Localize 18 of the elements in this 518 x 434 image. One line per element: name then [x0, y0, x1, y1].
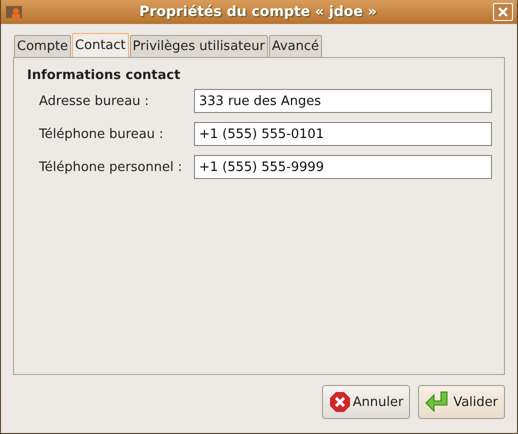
field-label: Téléphone bureau :	[39, 126, 164, 142]
tab[interactable]: Privilèges utilisateur	[130, 35, 268, 57]
cancel-button[interactable]: Annuler	[322, 385, 410, 419]
section-heading: Informations contact	[27, 68, 182, 83]
cancel-icon	[328, 391, 351, 413]
tab[interactable]: Contact	[72, 33, 129, 57]
user-icon	[5, 4, 23, 20]
close-icon	[498, 7, 508, 17]
close-button[interactable]	[493, 3, 513, 21]
tab[interactable]: Avancé	[268, 35, 322, 57]
field-label: Téléphone personnel :	[39, 160, 184, 174]
tab[interactable]: Compte	[14, 35, 72, 57]
input-field[interactable]: 333 rue des Anges	[194, 89, 492, 113]
window-title: Propriétés du compte « jdoe »	[138, 4, 378, 20]
input-field[interactable]: +1 (555) 555-9999	[194, 155, 492, 179]
validate-button[interactable]: Valider	[418, 385, 505, 419]
input-field[interactable]: +1 (555) 555-0101	[194, 122, 492, 146]
field-label: Adresse bureau :	[39, 94, 150, 108]
